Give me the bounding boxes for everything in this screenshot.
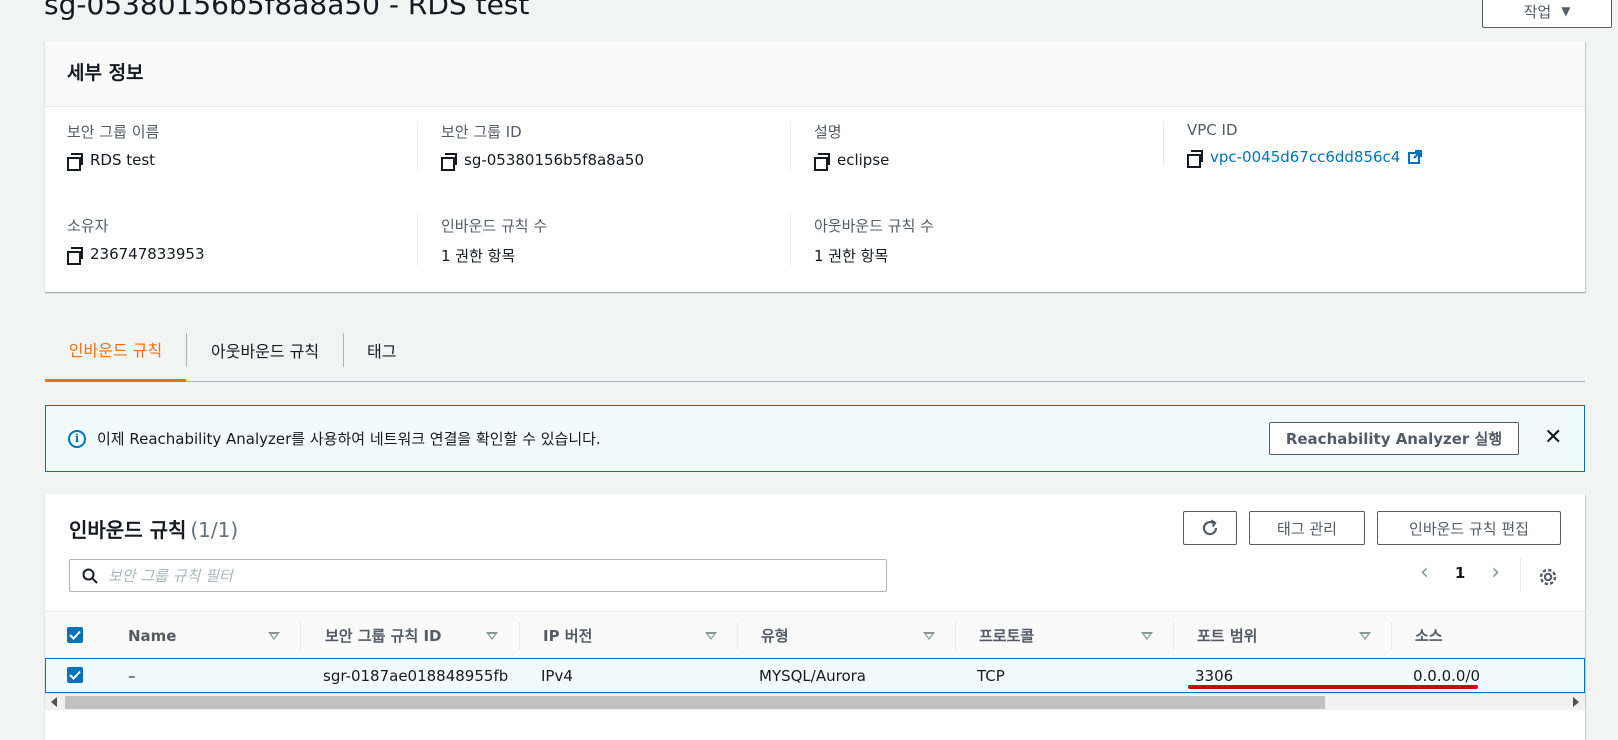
column-port-range[interactable]: 포트 범위 [1197, 612, 1257, 659]
scroll-left-icon[interactable] [51, 697, 57, 707]
rules-table: Name 보안 그룹 규칙 ID IP 버전 유형 프로토콜 포트 범위 소스 [45, 611, 1585, 693]
pagination: ‹ 1 › [1420, 562, 1500, 584]
sort-icon[interactable] [705, 632, 717, 640]
alert-text: 이제 Reachability Analyzer를 사용하여 네트워크 연결을 … [97, 430, 601, 448]
tab-divider [186, 333, 187, 367]
chevron-left-icon[interactable]: ‹ [1420, 562, 1429, 584]
tab-inbound-rules[interactable]: 인바운드 규칙 [45, 318, 186, 382]
select-all-checkbox[interactable] [67, 627, 83, 643]
cell-rule-id: sgr-0187ae018848955fb [323, 666, 509, 685]
horizontal-scrollbar[interactable] [45, 693, 1585, 710]
rule-filter [69, 559, 887, 592]
page-number[interactable]: 1 [1455, 564, 1465, 582]
gear-icon[interactable] [1537, 566, 1559, 588]
column-divider[interactable] [737, 622, 738, 650]
owner-field: 소유자 236747833953 [67, 215, 427, 265]
column-divider[interactable] [1391, 622, 1392, 650]
vpc-id-link[interactable]: vpc-0045d67cc6dd856c4 [1210, 148, 1400, 166]
red-underline-annotation [1188, 685, 1478, 689]
table-header: Name 보안 그룹 규칙 ID IP 버전 유형 프로토콜 포트 범위 소스 [45, 611, 1585, 658]
scrollbar-thumb[interactable] [65, 696, 1325, 709]
close-icon[interactable]: ✕ [1544, 426, 1562, 450]
sort-icon[interactable] [486, 632, 498, 640]
checkmark-icon [69, 630, 81, 640]
sort-icon[interactable] [268, 632, 280, 640]
column-protocol[interactable]: 프로토콜 [979, 612, 1034, 659]
tab-divider [343, 333, 344, 367]
column-divider[interactable] [1173, 622, 1174, 650]
owner-label: 소유자 [67, 217, 109, 235]
column-divider[interactable] [955, 622, 956, 650]
run-reachability-analyzer-button[interactable]: Reachability Analyzer 실행 [1269, 422, 1519, 455]
sg-name-value: RDS test [90, 151, 156, 169]
rules-title: 인바운드 규칙 [69, 518, 187, 542]
cell-protocol: TCP [977, 666, 1005, 685]
description-value: eclipse [837, 151, 890, 169]
external-link-icon[interactable] [1408, 150, 1423, 164]
scroll-right-icon[interactable] [1573, 697, 1579, 707]
row-checkbox[interactable] [67, 667, 83, 683]
tab-outbound-rules[interactable]: 아웃바운드 규칙 [211, 318, 319, 382]
sg-name-field: 보안 그룹 이름 RDS test [67, 121, 427, 171]
copy-icon[interactable] [1187, 149, 1203, 168]
copy-icon[interactable] [814, 152, 830, 171]
sort-icon[interactable] [923, 632, 935, 640]
details-heading: 세부 정보 [45, 41, 1585, 107]
rules-count: (1/1) [190, 518, 239, 542]
info-icon: i [68, 429, 86, 448]
refresh-icon [1202, 519, 1218, 536]
sg-id-label: 보안 그룹 ID [441, 123, 522, 141]
page-title: sg-05380156b5f8a8a50 - RDS test [44, 0, 530, 21]
tab-tags[interactable]: 태그 [367, 318, 396, 382]
rule-filter-input[interactable] [108, 566, 868, 585]
sg-id-field: 보안 그룹 ID sg-05380156b5f8a8a50 [417, 121, 777, 171]
column-divider[interactable] [519, 622, 520, 650]
chevron-right-icon[interactable]: › [1491, 562, 1500, 584]
details-panel: 세부 정보 보안 그룹 이름 RDS test 보안 그룹 ID sg-0538… [45, 41, 1585, 292]
column-name[interactable]: Name [128, 612, 176, 659]
checkmark-icon [69, 670, 81, 680]
sg-id-value: sg-05380156b5f8a8a50 [464, 151, 644, 169]
outbound-count-field: 아웃바운드 규칙 수 1 권한 항목 [790, 215, 1150, 266]
edit-inbound-rules-button[interactable]: 인바운드 규칙 편집 [1377, 511, 1561, 545]
manage-tags-button[interactable]: 태그 관리 [1249, 511, 1365, 545]
search-icon [82, 568, 98, 584]
column-source[interactable]: 소스 [1415, 612, 1443, 659]
actions-dropdown-button[interactable]: 작업 ▼ [1482, 0, 1612, 28]
copy-icon[interactable] [67, 246, 83, 265]
column-ip-version[interactable]: IP 버전 [543, 612, 592, 659]
vpc-id-field: VPC ID vpc-0045d67cc6dd856c4 [1163, 121, 1523, 168]
inbound-count-field: 인바운드 규칙 수 1 권한 항목 [417, 215, 777, 266]
inbound-count-value: 1 권한 항목 [441, 247, 516, 265]
description-field: 설명 eclipse [790, 121, 1150, 171]
caret-down-icon: ▼ [1561, 4, 1571, 18]
owner-value: 236747833953 [90, 245, 205, 263]
info-alert: i 이제 Reachability Analyzer를 사용하여 네트워크 연결… [45, 405, 1585, 472]
pager-divider [1520, 558, 1521, 592]
column-type[interactable]: 유형 [761, 612, 789, 659]
outbound-count-label: 아웃바운드 규칙 수 [814, 217, 934, 235]
column-rule-id[interactable]: 보안 그룹 규칙 ID [325, 612, 442, 659]
description-label: 설명 [814, 123, 842, 141]
outbound-count-value: 1 권한 항목 [814, 247, 889, 265]
tab-bar: 인바운드 규칙 아웃바운드 규칙 태그 [45, 318, 1585, 382]
sg-name-label: 보안 그룹 이름 [67, 123, 160, 141]
cell-type: MYSQL/Aurora [759, 666, 866, 685]
copy-icon[interactable] [441, 152, 457, 171]
sort-icon[interactable] [1141, 632, 1153, 640]
sort-icon[interactable] [1359, 632, 1371, 640]
cell-name: – [128, 666, 136, 685]
rules-heading: 인바운드 규칙 (1/1) [69, 514, 238, 543]
inbound-count-label: 인바운드 규칙 수 [441, 217, 548, 235]
column-divider[interactable] [300, 622, 301, 650]
cell-ip-version: IPv4 [541, 666, 573, 685]
actions-label: 작업 [1523, 2, 1552, 21]
refresh-button[interactable] [1183, 511, 1237, 545]
copy-icon[interactable] [67, 152, 83, 171]
vpc-id-label: VPC ID [1187, 121, 1238, 139]
